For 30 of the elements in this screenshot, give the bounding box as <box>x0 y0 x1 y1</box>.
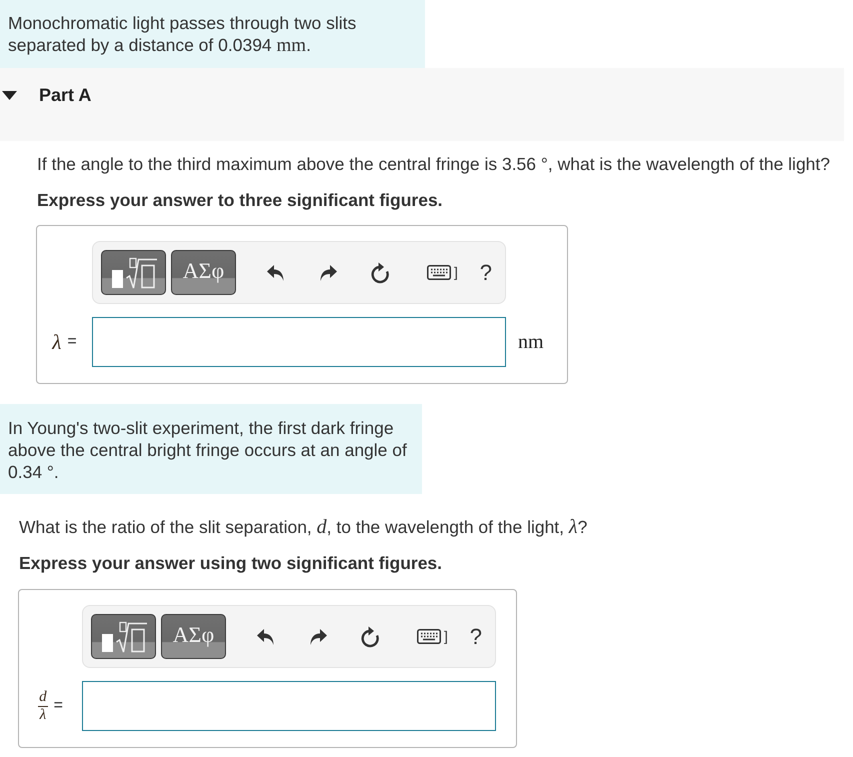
answer-input[interactable] <box>92 317 506 367</box>
unit-label: nm <box>518 330 544 354</box>
equals-sign: = <box>67 332 77 352</box>
variable-symbol: λ <box>52 330 62 354</box>
part-toggle[interactable]: Part A <box>2 84 92 106</box>
redo-arrow-icon <box>308 628 328 646</box>
redo-arrow-icon <box>318 264 338 282</box>
keyboard-icon <box>427 265 451 280</box>
ratio-fraction: d λ <box>38 688 48 724</box>
question-text: If the angle to the third maximum above the central fringe is 3.56 °, what is the wavelength of the light? <box>36 153 832 175</box>
problem-intro: Monochromatic light passes through two slits separated by a distance of 0.0394 mm. <box>0 0 425 68</box>
equals-sign: = <box>54 696 63 716</box>
greek-symbols-button[interactable]: ΑΣφ <box>171 250 236 295</box>
circular-arrow-icon <box>370 262 390 284</box>
undo-arrow-icon <box>266 264 286 282</box>
instruction-text: Express your answer to three significant figures. <box>36 189 444 211</box>
help-button[interactable]: ? <box>466 624 486 650</box>
template-button[interactable] <box>101 250 166 295</box>
answer-input[interactable] <box>82 681 496 731</box>
instruction-text: Express your answer using two significant figures. <box>18 552 444 574</box>
greek-symbols-button[interactable]: ΑΣφ <box>161 614 226 659</box>
keyboard-icon <box>417 629 441 644</box>
keyboard-button[interactable]: ] <box>417 629 448 644</box>
help-button[interactable]: ? <box>476 260 496 286</box>
template-button[interactable] <box>91 614 156 659</box>
circular-arrow-icon <box>360 626 380 648</box>
keyboard-button[interactable]: ] <box>427 265 458 280</box>
undo-arrow-icon <box>256 628 276 646</box>
problem-intro: In Young's two-slit experiment, the first dark fringe above the central bright fringe occurs at an angle of 0.34 °. <box>0 404 422 494</box>
question-text: What is the ratio of the slit separation, d, to the wavelength of the light, λ? <box>18 516 588 538</box>
